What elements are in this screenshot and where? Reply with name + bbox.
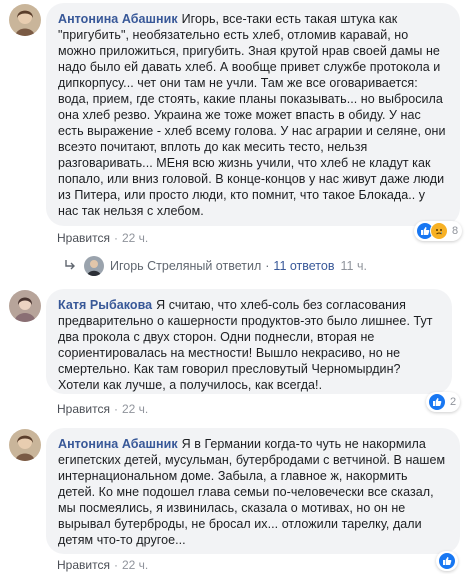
replies-author: Игорь Стреляный ответил (110, 259, 262, 273)
like-link[interactable]: Нравится (57, 402, 110, 416)
like-link[interactable]: Нравится (57, 231, 110, 245)
comment-meta: Нравится · 22 ч. (57, 231, 148, 245)
separator-dot: · (113, 558, 118, 572)
like-icon (438, 552, 456, 570)
avatar[interactable] (9, 290, 41, 322)
sad-icon (430, 222, 448, 240)
comment-meta: Нравится · 22 ч. (57, 558, 148, 572)
reactions-badge[interactable]: 8 (414, 221, 463, 241)
reply-arrow-icon (64, 259, 76, 274)
like-link[interactable]: Нравится (57, 558, 110, 572)
reaction-count: 8 (452, 225, 459, 237)
reactions-badge[interactable] (436, 551, 458, 571)
comment-bubble: Катя Рыбакова Я считаю, что хлеб-соль без… (46, 289, 452, 394)
separator-dot: · (113, 402, 118, 416)
comment-meta: Нравится · 22 ч. (57, 402, 148, 416)
view-replies-link[interactable]: Игорь Стреляный ответил · 11 ответов 11 … (64, 253, 367, 279)
separator-dot: · (113, 231, 118, 245)
avatar[interactable] (9, 429, 41, 461)
comment-time[interactable]: 22 ч. (122, 558, 148, 572)
reactions-badge[interactable]: 2 (426, 392, 461, 412)
comment-author[interactable]: Антонина Абашник (58, 12, 178, 26)
replies-time: 11 ч. (340, 259, 367, 273)
separator-dot: · (265, 259, 270, 273)
replies-count[interactable]: 11 ответов (273, 259, 334, 273)
avatar[interactable] (9, 4, 41, 36)
replier-avatar (84, 256, 104, 276)
comment-time[interactable]: 22 ч. (122, 231, 148, 245)
comment-text: Я в Германии когда-то чуть не накормила … (58, 437, 446, 547)
comment-author[interactable]: Катя Рыбакова (58, 298, 152, 312)
comment-bubble: Антонина Абашник Игорь, все-таки есть так… (46, 3, 460, 226)
like-icon (428, 393, 446, 411)
reaction-count: 2 (450, 396, 457, 408)
comment-text: Я считаю, что хлеб-соль без согласования… (58, 298, 433, 392)
comment-author[interactable]: Антонина Абашник (58, 437, 178, 451)
comment-bubble: Антонина Абашник Я в Германии когда-то чу… (46, 428, 460, 554)
comment-text: Игорь, все-таки есть такая штука как "пр… (58, 12, 446, 218)
comment-time[interactable]: 22 ч. (122, 402, 148, 416)
